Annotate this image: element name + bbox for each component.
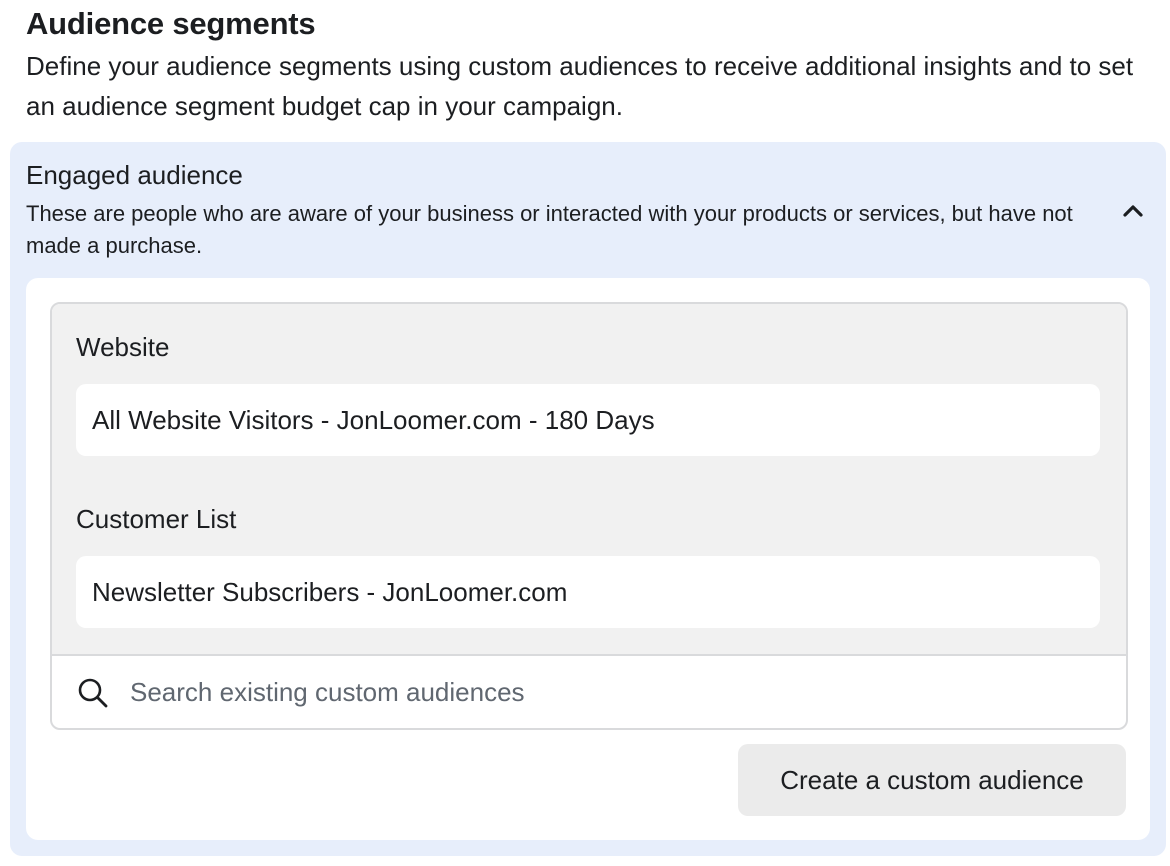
group-label-customer-list: Customer List [76,504,237,534]
audience-chip-website-visitors[interactable]: All Website Visitors - JonLoomer.com - 1… [76,384,1100,456]
search-icon [76,676,110,710]
section-description: Define your audience segments using cust… [26,51,1134,121]
custom-audience-selector: Website All Website Visitors - JonLoomer… [50,302,1128,730]
segment-description: These are people who are aware of your b… [26,201,1073,258]
group-label-website: Website [76,332,170,362]
audience-chip-newsletter-subscribers[interactable]: Newsletter Subscribers - JonLoomer.com [76,556,1100,628]
create-custom-audience-button[interactable]: Create a custom audience [738,744,1126,816]
engaged-audience-card: Engaged audience These are people who ar… [10,142,1166,856]
search-input[interactable] [130,666,1100,718]
section-title: Audience segments [26,6,316,41]
segment-panel: Website All Website Visitors - JonLoomer… [26,278,1150,840]
audience-segments-page: Audience segments Define your audience s… [0,0,1170,866]
search-row [52,656,1126,728]
chevron-up-icon[interactable] [1118,196,1148,226]
segment-title: Engaged audience [26,160,243,190]
selected-audiences: Website All Website Visitors - JonLoomer… [52,304,1126,656]
